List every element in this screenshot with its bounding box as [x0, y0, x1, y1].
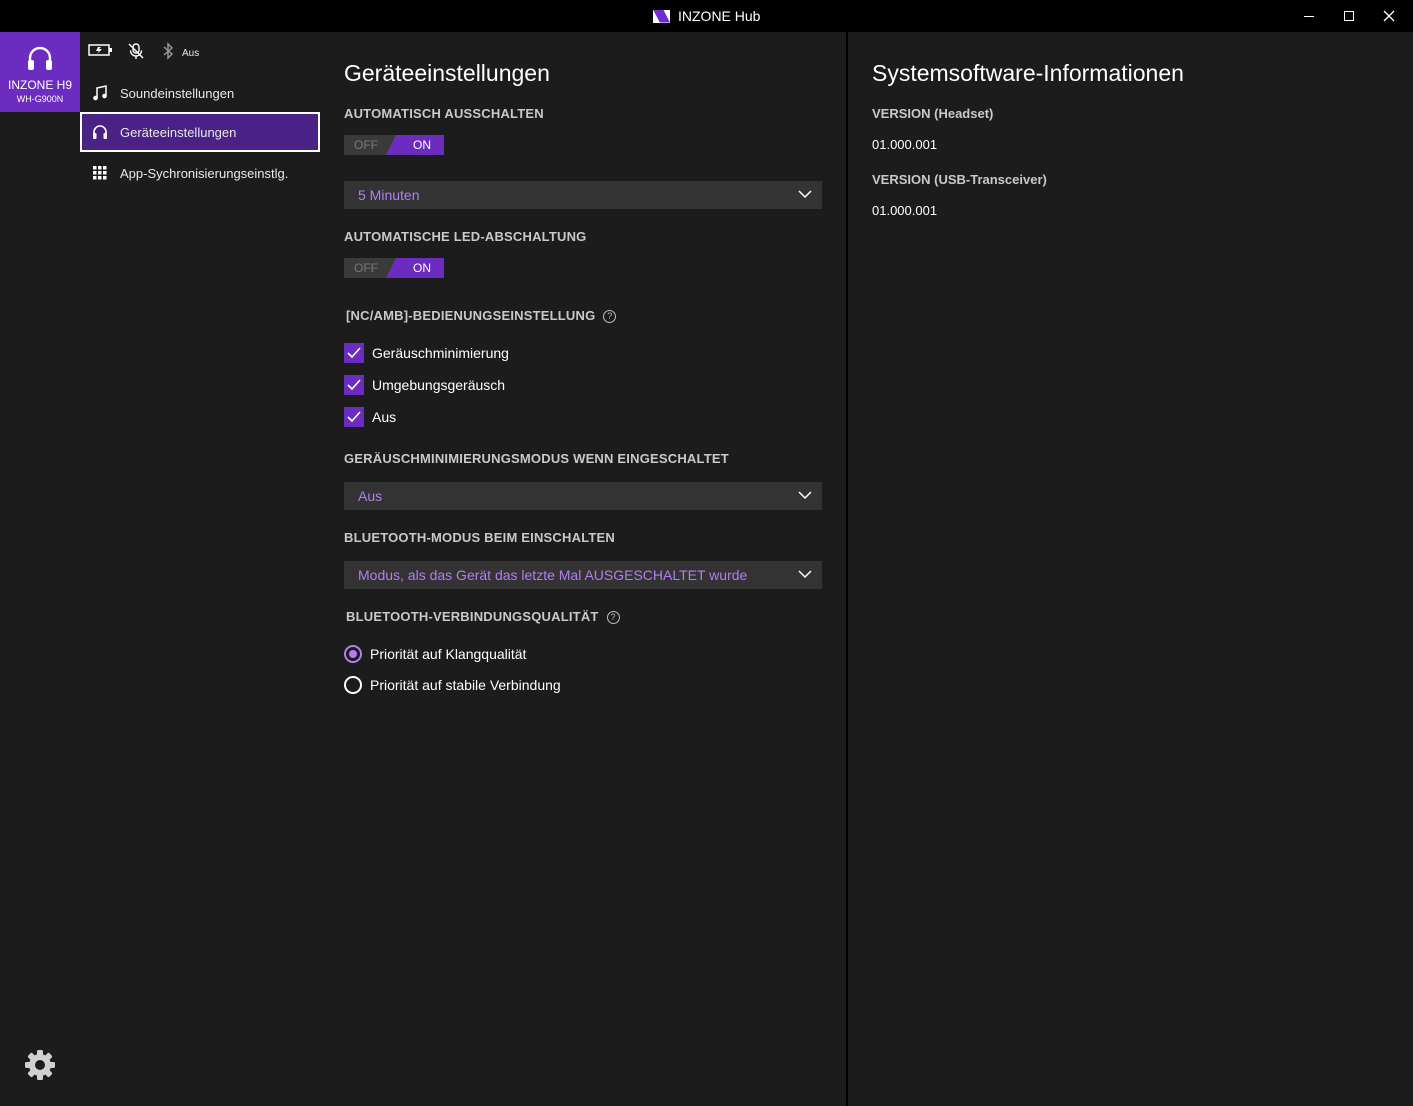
chevron-down-icon	[798, 491, 812, 500]
title-bar: INZONE Hub	[0, 0, 1413, 32]
select-value: 5 Minuten	[358, 187, 420, 203]
checkmark-icon	[344, 375, 364, 395]
checkbox-label: Umgebungsgeräusch	[372, 377, 506, 393]
help-icon[interactable]: ?	[603, 310, 617, 323]
nc-amb-label: [NC/AMB]-BEDIENUNGSEINSTELLUNG?	[346, 308, 617, 323]
window-title: INZONE Hub	[678, 8, 761, 24]
select-value: Modus, als das Gerät das letzte Mal AUSG…	[358, 567, 748, 583]
nc-amb-label-text: [NC/AMB]-BEDIENUNGSEINSTELLUNG	[346, 308, 596, 323]
auto-off-duration-select[interactable]: 5 Minuten	[344, 181, 822, 209]
mic-muted-icon	[128, 43, 144, 59]
checkbox-off[interactable]: Aus	[344, 407, 396, 427]
toggle-off-label: OFF	[354, 138, 378, 152]
checkmark-icon	[344, 407, 364, 427]
radio-sound-quality[interactable]: Priorität auf Klangqualität	[344, 645, 526, 663]
bluetooth-status-label: Aus	[182, 48, 200, 59]
nav-item-app-sync[interactable]: App-Sychronisierungseinstlg.	[80, 153, 320, 193]
maximize-button[interactable]	[1329, 0, 1369, 32]
close-icon	[1383, 10, 1395, 22]
checkmark-icon	[344, 343, 364, 363]
checkbox-label: Geräuschminimierung	[372, 345, 509, 361]
help-icon[interactable]: ?	[606, 611, 620, 624]
device-name: INZONE H9	[7, 78, 72, 92]
headset-version-label: VERSION (Headset)	[872, 106, 994, 121]
radio-stable-connection[interactable]: Priorität auf stabile Verbindung	[344, 676, 561, 694]
system-info-title: Systemsoftware-Informationen	[872, 60, 1184, 86]
nav-item-label: App-Sychronisierungseinstlg.	[120, 165, 289, 181]
headphones-icon	[92, 124, 108, 140]
radio-label: Priorität auf stabile Verbindung	[370, 677, 561, 693]
bt-quality-label: BLUETOOTH-VERBINDUNGSQUALITÄT?	[346, 609, 620, 624]
settings-button[interactable]	[24, 1049, 56, 1086]
close-button[interactable]	[1369, 0, 1409, 32]
nc-mode-select[interactable]: Aus	[344, 482, 822, 510]
bt-mode-label: BLUETOOTH-MODUS BEIM EINSCHALTEN	[344, 530, 615, 545]
page-title: Geräteeinstellungen	[344, 60, 550, 86]
chevron-down-icon	[798, 570, 812, 579]
maximize-icon	[1344, 11, 1354, 21]
nav-item-label: Soundeinstellungen	[120, 85, 235, 101]
bt-mode-select[interactable]: Modus, als das Gerät das letzte Mal AUSG…	[344, 561, 822, 589]
headset-icon	[28, 46, 52, 70]
device-card[interactable]: INZONE H9 WH-G900N	[0, 32, 80, 112]
checkbox-ambient-sound[interactable]: Umgebungsgeräusch	[344, 375, 505, 395]
auto-off-label: AUTOMATISCH AUSSCHALTEN	[344, 106, 544, 121]
grid-icon	[92, 165, 108, 181]
window-title-group: INZONE Hub	[653, 8, 760, 24]
music-note-icon	[92, 85, 108, 101]
bt-quality-label-text: BLUETOOTH-VERBINDUNGSQUALITÄT	[346, 609, 599, 624]
gear-icon	[25, 1050, 55, 1080]
radio-unselected-icon	[344, 676, 362, 694]
led-off-toggle[interactable]: OFF ON	[344, 258, 444, 278]
device-model: WH-G900N	[16, 94, 64, 104]
panel-divider	[846, 32, 848, 1106]
toggle-on-label: ON	[413, 261, 431, 275]
led-off-label: AUTOMATISCHE LED-ABSCHALTUNG	[344, 229, 587, 244]
minimize-button[interactable]	[1289, 0, 1329, 32]
nav-item-device-settings[interactable]: Geräteeinstellungen	[80, 112, 320, 152]
toggle-off-label: OFF	[354, 261, 378, 275]
usb-version-value: 01.000.001	[872, 203, 938, 218]
nav-item-sound-settings[interactable]: Soundeinstellungen	[80, 73, 320, 113]
nc-mode-label: GERÄUSCHMINIMIERUNGSMODUS WENN EINGESCHA…	[344, 451, 729, 466]
usb-version-label: VERSION (USB-Transceiver)	[872, 172, 1047, 187]
minimize-icon	[1304, 15, 1314, 17]
select-value: Aus	[358, 488, 383, 504]
checkbox-label: Aus	[372, 409, 397, 425]
headset-version-value: 01.000.001	[872, 137, 938, 152]
radio-selected-icon	[344, 645, 362, 663]
toggle-on-label: ON	[413, 138, 431, 152]
bluetooth-icon	[163, 42, 174, 60]
inzone-logo-icon	[653, 9, 670, 23]
radio-label: Priorität auf Klangqualität	[370, 646, 527, 662]
battery-icon	[88, 44, 112, 56]
nav-item-label: Geräteeinstellungen	[120, 124, 237, 140]
auto-off-toggle[interactable]: OFF ON	[344, 135, 444, 155]
chevron-down-icon	[798, 190, 812, 199]
checkbox-noise-cancelling[interactable]: Geräuschminimierung	[344, 343, 509, 363]
device-rail	[0, 32, 80, 1106]
